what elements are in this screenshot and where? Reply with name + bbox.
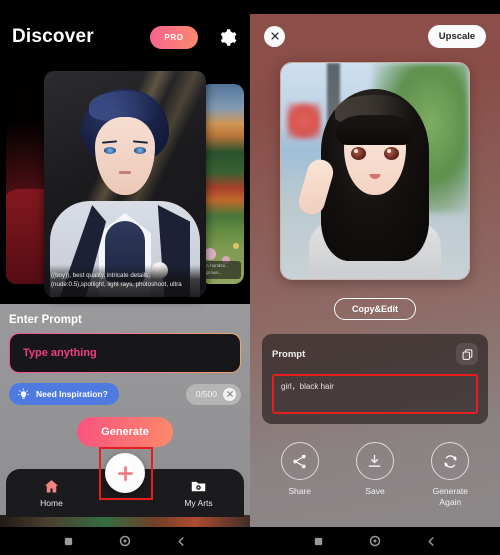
copy-edit-label: Copy&Edit bbox=[352, 304, 398, 314]
figure-eye-left bbox=[351, 147, 366, 160]
prompt-text[interactable]: girl，black hair bbox=[272, 374, 478, 414]
figure-eye-left bbox=[104, 147, 116, 154]
circle-icon[interactable] bbox=[119, 535, 131, 547]
upscale-label: Upscale bbox=[438, 30, 476, 42]
result-actions: Share Save Generate Again bbox=[250, 442, 500, 507]
home-icon bbox=[44, 480, 59, 493]
nav-item-my-arts-label: My Arts bbox=[184, 498, 213, 508]
generate-button[interactable]: Generate bbox=[77, 417, 173, 447]
close-icon bbox=[226, 391, 233, 397]
settings-button[interactable] bbox=[216, 26, 238, 48]
upscale-button[interactable]: Upscale bbox=[428, 24, 486, 48]
prompt-card-title: Prompt bbox=[272, 348, 306, 360]
left-screen-discover: Discover PRO ((boy)), best quality, intr… bbox=[0, 0, 250, 555]
close-icon bbox=[270, 32, 279, 40]
status-bar bbox=[250, 0, 500, 14]
figure-brow-left bbox=[101, 140, 118, 145]
nav-item-home[interactable]: Home bbox=[6, 478, 97, 508]
result-image[interactable] bbox=[280, 62, 470, 280]
card-artwork bbox=[200, 84, 244, 284]
generate-label: Generate bbox=[101, 426, 149, 438]
plus-icon bbox=[117, 465, 133, 481]
download-icon bbox=[369, 454, 381, 467]
card-prompt-overlay: ((boy)), best quality, intricate details… bbox=[44, 264, 206, 297]
carousel-card-next[interactable]: A handso... grown... bbox=[200, 84, 244, 284]
folder-photo-icon bbox=[191, 481, 206, 492]
generate-again-label: Generate Again bbox=[433, 486, 468, 507]
dual-screenshot: Discover PRO ((boy)), best quality, intr… bbox=[0, 0, 500, 555]
gear-icon bbox=[220, 28, 236, 46]
share-action[interactable]: Share bbox=[264, 442, 336, 507]
figure-mouth bbox=[369, 174, 381, 179]
copy-edit-button[interactable]: Copy&Edit bbox=[334, 298, 416, 320]
generate-again-button[interactable] bbox=[431, 442, 470, 480]
character-counter-text: 0/500 bbox=[195, 389, 217, 399]
generate-again-line1: Generate bbox=[432, 486, 469, 496]
result-artwork bbox=[281, 63, 469, 279]
pro-button[interactable]: PRO bbox=[150, 25, 198, 49]
nav-item-home-label: Home bbox=[40, 498, 63, 508]
figure-face bbox=[95, 117, 155, 195]
prompt-controls-row: Need Inspiration? 0/500 bbox=[9, 383, 241, 405]
generate-again-action[interactable]: Generate Again bbox=[414, 442, 486, 507]
prompt-card: Prompt girl，black hair bbox=[262, 334, 488, 424]
lightbulb-icon bbox=[17, 387, 30, 399]
prompt-input-placeholder: Type anything bbox=[23, 347, 97, 359]
square-icon[interactable] bbox=[313, 536, 324, 547]
circle-icon[interactable] bbox=[369, 535, 381, 547]
clear-prompt-button[interactable] bbox=[223, 387, 236, 401]
need-inspiration-label: Need Inspiration? bbox=[36, 389, 108, 399]
page-title: Discover bbox=[12, 26, 94, 47]
card-caption: A handso... grown... bbox=[203, 261, 241, 279]
result-image-wrap bbox=[250, 62, 500, 280]
figure-mouth bbox=[119, 171, 131, 174]
need-inspiration-button[interactable]: Need Inspiration? bbox=[9, 383, 119, 405]
copy-prompt-button[interactable] bbox=[456, 343, 478, 365]
status-bar bbox=[0, 0, 250, 14]
character-counter: 0/500 bbox=[185, 383, 241, 405]
copy-icon bbox=[462, 348, 472, 360]
save-button[interactable] bbox=[355, 442, 394, 480]
generate-row: Generate bbox=[9, 417, 241, 447]
save-label: Save bbox=[365, 486, 385, 496]
android-navigation-bar bbox=[0, 527, 250, 555]
prompt-card-header: Prompt bbox=[272, 343, 478, 365]
pro-label: PRO bbox=[164, 32, 184, 42]
refresh-icon bbox=[444, 454, 457, 468]
enter-prompt-label: Enter Prompt bbox=[9, 314, 82, 326]
share-label: Share bbox=[288, 486, 311, 496]
figure-brow-right bbox=[132, 140, 149, 145]
figure-bangs bbox=[336, 115, 414, 145]
chevron-left-icon[interactable] bbox=[176, 535, 187, 548]
save-action[interactable]: Save bbox=[339, 442, 411, 507]
close-button[interactable] bbox=[264, 25, 285, 47]
share-icon bbox=[293, 454, 306, 468]
carousel-card-active[interactable]: ((boy)), best quality, intricate details… bbox=[44, 71, 206, 297]
android-navigation-bar bbox=[250, 527, 500, 555]
create-fab-button[interactable] bbox=[105, 453, 145, 493]
figure-eye-right bbox=[384, 147, 399, 160]
share-button[interactable] bbox=[280, 442, 319, 480]
copy-edit-row: Copy&Edit bbox=[250, 298, 500, 320]
discover-header: Discover PRO bbox=[0, 14, 250, 60]
result-header: Upscale bbox=[250, 14, 500, 58]
chevron-left-icon[interactable] bbox=[426, 535, 437, 548]
figure-eye-right bbox=[134, 147, 146, 154]
card-artwork bbox=[44, 71, 206, 297]
discover-carousel[interactable]: ((boy)), best quality, intricate details… bbox=[0, 64, 250, 304]
square-icon[interactable] bbox=[63, 536, 74, 547]
prompt-input[interactable]: Type anything bbox=[9, 333, 241, 373]
nav-item-my-arts[interactable]: My Arts bbox=[153, 478, 244, 508]
right-screen-result: Upscale Copy&Edit Prompt girl，black hair… bbox=[250, 0, 500, 555]
generate-again-line2: Again bbox=[439, 496, 462, 507]
